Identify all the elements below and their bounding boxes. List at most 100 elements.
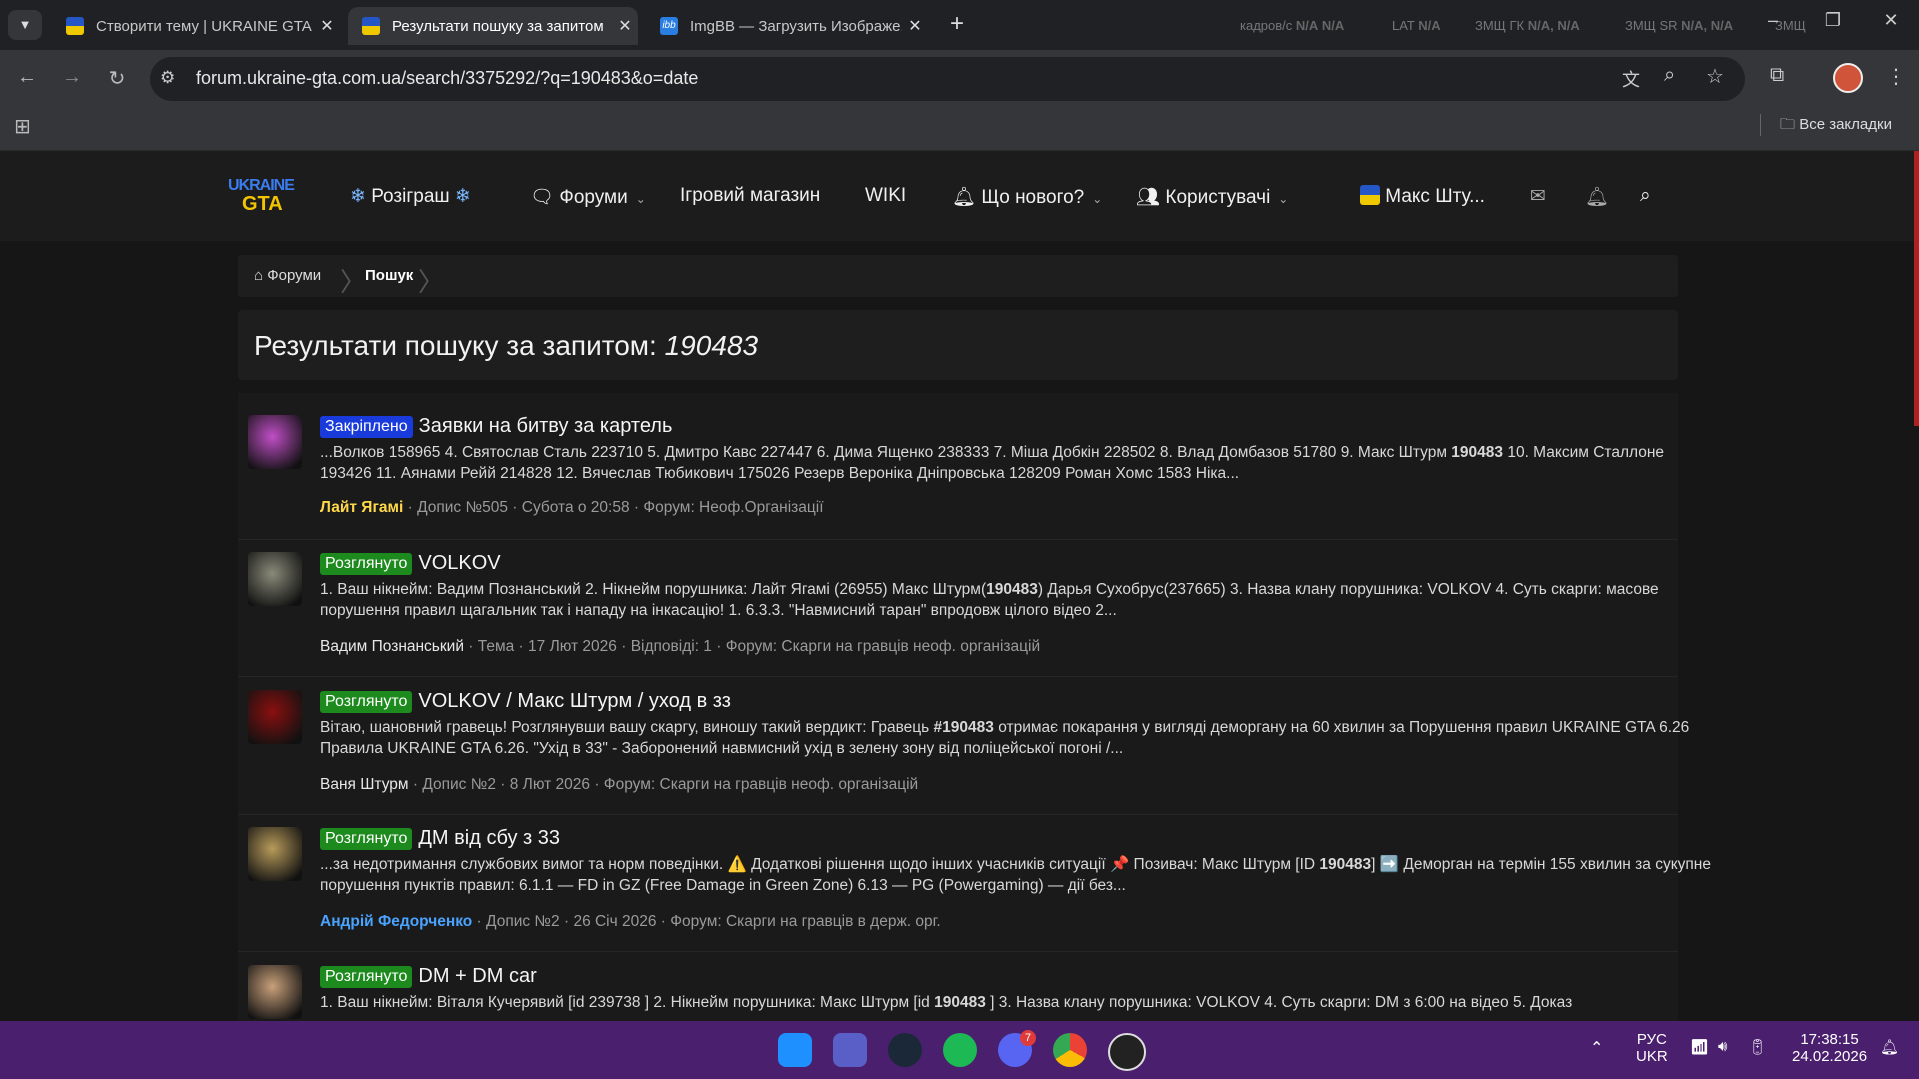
result-title: VOLKOV / Макс Штурм / уход в зз [418, 690, 731, 712]
result-title: DM + DM car [418, 965, 537, 987]
folder-icon: 🗀 [1780, 116, 1796, 133]
apps-grid-icon[interactable]: ⊞ [14, 114, 31, 139]
reload-icon[interactable]: ↻ [100, 66, 134, 91]
avatar[interactable] [248, 827, 302, 881]
chat-bubble-icon: 🗨 [530, 187, 555, 208]
result-snippet: Вітаю, шановний гравець! Розглянувши ваш… [320, 719, 1690, 757]
steam-icon[interactable] [888, 1033, 922, 1067]
bookmark-star-icon[interactable]: ☆ [1706, 64, 1724, 89]
breadcrumb-forums[interactable]: ⌂ Форуми [254, 267, 321, 284]
snowflake-icon: ❄ [454, 186, 471, 207]
hud-sr: ЗМЩ SR N/A, N/A [1625, 18, 1734, 33]
meta-details: · Допис №2 · 26 Січ 2026 · Форум: Скарги… [472, 913, 941, 930]
search-icon[interactable]: ⌕ [1640, 185, 1651, 207]
nav-users[interactable]: 👥︎ Користувачі ⌄ [1136, 185, 1288, 209]
close-tab-icon[interactable]: ✕ [902, 16, 928, 36]
tab-create-topic[interactable]: Створити тему | UKRAINE GTA ✕ [52, 7, 340, 45]
tab-search-results[interactable]: Результати пошуку за запитом ✕ [348, 7, 638, 45]
battery-icon[interactable]: 🔋︎ [1748, 1038, 1767, 1056]
result-title-link[interactable]: Закріплено Заявки на битву за картель [320, 415, 672, 438]
result-title-link[interactable]: Розглянуто VOLKOV [320, 552, 501, 575]
all-bookmarks-button[interactable]: 🗀 Все закладки [1780, 114, 1892, 139]
browser-menu-icon[interactable]: ⋮ [1886, 64, 1906, 89]
user-emblem-icon [1360, 185, 1380, 205]
translate-icon[interactable]: 文 [1622, 66, 1640, 92]
result-title-link[interactable]: Розглянуто ДМ від сбу з 33 [320, 827, 560, 850]
bell-outline-icon: 🔔︎ [952, 187, 977, 208]
hud-lat: LAT N/A [1392, 18, 1441, 33]
avatar[interactable] [248, 415, 302, 469]
minimize-window-button[interactable]: – [1750, 10, 1796, 31]
bookmarks-divider [1760, 114, 1761, 136]
author-link[interactable]: Андрій Федорченко [320, 913, 472, 930]
spotify-icon[interactable] [943, 1033, 977, 1067]
status-badge: Розглянуто [320, 828, 413, 850]
breadcrumb-separator: 〉 [418, 267, 445, 297]
page-scrollbar[interactable] [1914, 151, 1919, 426]
author-link[interactable]: Ваня Штурм [320, 776, 409, 793]
nav-giveaway[interactable]: ❄ Розіграш ❄ [350, 185, 471, 208]
chrome-icon[interactable] [1053, 1033, 1087, 1067]
url-text[interactable]: forum.ukraine-gta.com.ua/search/3375292/… [196, 68, 698, 89]
result-snippet: ...за недотримання службових вимог та но… [320, 856, 1711, 894]
result-meta: Вадим Познанський · Тема · 17 Лют 2026 ·… [320, 638, 1040, 656]
back-icon[interactable]: ← [10, 66, 44, 89]
nav-whats-new-label: Що нового? [981, 187, 1085, 208]
wifi-icon[interactable]: 📶︎ [1690, 1038, 1709, 1056]
volume-icon[interactable]: 🔊︎ [1718, 1038, 1727, 1055]
author-link[interactable]: Вадим Познанський [320, 638, 464, 655]
breadcrumb-separator: 〉 [340, 267, 367, 297]
result-title: ДМ від сбу з 33 [418, 827, 560, 849]
hud-gk: ЗМЩ ГК N/A, N/A [1475, 18, 1580, 33]
avatar[interactable] [248, 690, 302, 744]
imgbb-favicon: ibb [660, 17, 678, 35]
logitech-g-icon[interactable] [1108, 1033, 1146, 1071]
close-tab-icon[interactable]: ✕ [612, 16, 638, 36]
result-title-link[interactable]: Розглянуто DM + DM car [320, 965, 537, 988]
language-indicator[interactable]: РУС UKR [1636, 1031, 1668, 1065]
alerts-bell-icon[interactable]: 🔔︎ [1585, 185, 1609, 209]
hud-fps: кадров/с N/A N/A [1240, 18, 1345, 33]
nav-whats-new[interactable]: 🔔︎ Що нового? ⌄ [952, 185, 1102, 209]
nav-game-shop[interactable]: Ігровий магазин [680, 185, 820, 207]
author-link[interactable]: Лайт Ягамі [320, 499, 403, 516]
language-bottom: UKR [1636, 1048, 1668, 1065]
result-snippet: 1. Ваш нікнейм: Вадим Познанський 2. Нік… [320, 581, 1659, 619]
windows-start-icon[interactable] [778, 1033, 812, 1067]
tab-title: Створити тему | UKRAINE GTA [96, 17, 312, 35]
account-menu[interactable]: Макс Шту... [1360, 185, 1485, 208]
inbox-icon[interactable]: ✉ [1530, 185, 1546, 208]
tray-overflow-icon[interactable]: ⌃ [1590, 1038, 1603, 1058]
nav-forums-label: Форуми [559, 187, 628, 208]
status-badge: Розглянуто [320, 553, 413, 575]
close-tab-icon[interactable]: ✕ [314, 16, 340, 36]
status-badge: Розглянуто [320, 966, 413, 988]
bookmarks-bar [0, 108, 1919, 151]
extensions-icon[interactable]: ⧉ [1770, 64, 1784, 87]
site-info-icon[interactable]: ⚙ [160, 68, 175, 88]
tab-search-dropdown-button[interactable]: ▼ [8, 10, 42, 40]
new-tab-button[interactable]: + [950, 10, 964, 38]
avatar[interactable] [248, 965, 302, 1019]
clock[interactable]: 17:38:15 24.02.2026 [1792, 1031, 1867, 1065]
page-title-prefix: Результати пошуку за запитом: [254, 330, 657, 361]
tab-imgbb[interactable]: ibb ImgBB — Загрузить Изображе... ✕ [646, 7, 928, 45]
notifications-icon[interactable]: 🔔︎ [1880, 1038, 1899, 1056]
ukraine-gta-favicon [362, 17, 380, 35]
clock-date: 24.02.2026 [1792, 1048, 1868, 1065]
teams-icon[interactable] [833, 1033, 867, 1067]
logo-bottom-text: GTA [242, 193, 283, 215]
site-logo[interactable]: UKRAINE GTA [228, 178, 298, 218]
nav-wiki[interactable]: WIKI [865, 185, 906, 207]
result-snippet: 1. Ваш нікнейм: Віталя Кучерявий [id 239… [320, 994, 1573, 1011]
home-icon: ⌂ [254, 267, 264, 284]
nav-forums[interactable]: 🗨 Форуми ⌄ [530, 185, 646, 209]
zoom-icon[interactable]: ⌕ [1664, 64, 1675, 87]
result-title-link[interactable]: Розглянуто VOLKOV / Макс Штурм / уход в з… [320, 690, 731, 713]
language-top: РУС [1636, 1031, 1667, 1048]
avatar[interactable] [248, 552, 302, 606]
close-window-button[interactable]: ✕ [1868, 10, 1914, 31]
forward-icon[interactable]: → [55, 66, 89, 89]
profile-avatar[interactable] [1833, 63, 1863, 93]
restore-window-button[interactable]: ❐ [1810, 10, 1856, 31]
